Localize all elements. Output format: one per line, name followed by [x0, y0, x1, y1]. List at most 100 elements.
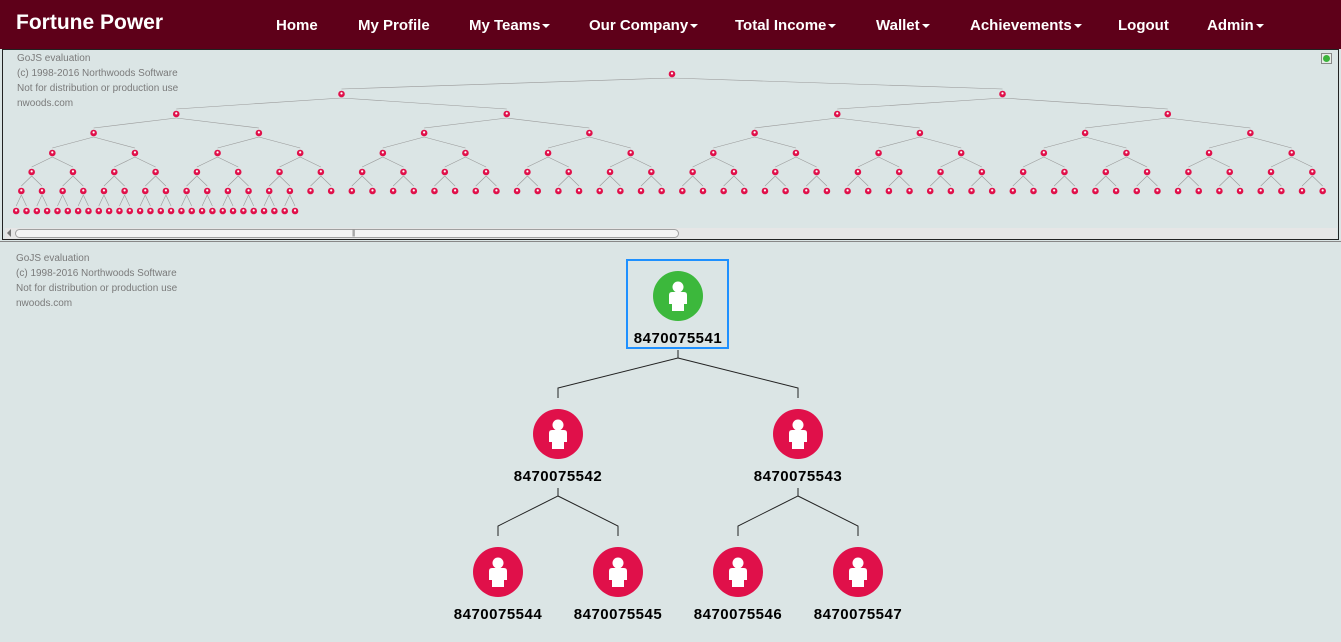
overview-link [1002, 97, 1168, 110]
overview-link [206, 194, 213, 207]
nav-home[interactable]: Home [276, 17, 318, 34]
overview-link [310, 175, 322, 187]
overview-node-icon [1156, 189, 1159, 192]
tree-node[interactable]: 8470075547 [803, 547, 913, 623]
nav-our-company[interactable]: Our Company [589, 17, 699, 34]
overview-node-icon [949, 189, 952, 192]
overview-node-icon [991, 189, 994, 192]
overview-link [723, 175, 735, 187]
overview-node-icon [598, 189, 601, 192]
overview-node-icon [108, 209, 111, 212]
overview-link [568, 175, 580, 187]
overview-node-icon [701, 189, 705, 192]
overview-node-icon [774, 170, 777, 173]
overview-link [103, 194, 110, 207]
tree-node-root[interactable]: 8470075541 [623, 271, 733, 347]
overview-link [754, 117, 838, 129]
nav-wallet[interactable]: Wallet [876, 17, 930, 34]
expand-overview-icon[interactable] [1321, 53, 1332, 64]
overview-node-icon [299, 151, 302, 154]
tree-overview-panel[interactable]: GoJS evaluation (c) 1998-2016 Northwoods… [2, 49, 1339, 240]
overview-node-icon [216, 151, 219, 154]
overview-link [516, 175, 528, 187]
overview-node-icon [1084, 131, 1087, 134]
overview-node-icon [133, 151, 137, 154]
overview-node-icon [608, 170, 612, 173]
tree-node[interactable]: 8470075544 [443, 547, 553, 623]
tree-link [737, 488, 799, 536]
nav-total-income[interactable]: Total Income [735, 17, 837, 34]
overview-link [609, 156, 631, 168]
overview-node-icon [231, 209, 235, 212]
overview-node-icon [1290, 151, 1293, 154]
overview-link [940, 175, 952, 187]
overview-link [671, 77, 1003, 90]
node-id-label: 8470075545 [573, 606, 663, 623]
overview-node-icon [252, 209, 255, 212]
overview-node-icon [1115, 189, 1118, 192]
tree-link [557, 495, 619, 536]
nav-logout-label: Logout [1118, 17, 1169, 34]
overview-link [971, 175, 983, 187]
overview-link [382, 136, 425, 149]
nav-logout[interactable]: Logout [1118, 17, 1169, 34]
overview-link [1312, 175, 1323, 187]
node-id-label: 8470075547 [813, 606, 903, 623]
overview-node-icon [82, 189, 85, 192]
overview-link [98, 194, 105, 207]
nav-my-teams[interactable]: My Teams [469, 17, 551, 34]
overview-node-icon [1207, 151, 1211, 154]
tree-node[interactable]: 8470075546 [683, 547, 793, 623]
overview-link [155, 175, 167, 187]
scroll-left-arrow-icon[interactable] [7, 229, 11, 237]
overview-node-icon [56, 209, 59, 212]
overview-link [21, 175, 32, 187]
tree-node[interactable]: 8470075542 [503, 409, 613, 485]
overview-node-icon [619, 189, 622, 192]
overview-link [434, 175, 445, 187]
overview-node-icon [753, 131, 756, 134]
overview-node-icon [670, 72, 674, 75]
overview-link [403, 175, 415, 187]
nav-achievements[interactable]: Achievements [970, 17, 1082, 34]
overview-tree-canvas[interactable] [3, 50, 1339, 228]
scrollbar-thumb[interactable]: ||| [15, 229, 679, 238]
brand-logo[interactable]: Fortune Power [16, 11, 163, 35]
overview-link [1291, 156, 1313, 168]
overview-link [754, 136, 797, 149]
overview-node-icon [805, 189, 808, 192]
overview-node-icon [526, 170, 529, 173]
overview-node-icon [206, 189, 209, 192]
watermark-line: (c) 1998-2016 Northwoods Software [17, 68, 178, 79]
horizontal-scrollbar[interactable]: ||| [5, 228, 1337, 239]
overview-link [837, 97, 1003, 110]
overview-link [1064, 175, 1076, 187]
overview-link [475, 175, 487, 187]
overview-node-icon [898, 170, 901, 173]
overview-link [929, 175, 941, 187]
overview-node-icon [242, 209, 245, 212]
overview-node-icon [169, 209, 173, 212]
overview-node-icon [1176, 189, 1180, 192]
tree-node[interactable]: 8470075545 [563, 547, 673, 623]
person-icon [473, 547, 523, 597]
overview-link [888, 175, 900, 187]
overview-link [186, 194, 193, 207]
overview-node-icon [340, 92, 343, 95]
overview-link [424, 136, 466, 149]
overview-node-icon [92, 131, 95, 134]
overview-link [186, 175, 198, 187]
overview-link [21, 194, 27, 207]
overview-link [1208, 136, 1251, 149]
watermark-line: Not for distribution or production use [17, 83, 179, 94]
overview-link [775, 175, 786, 187]
overview-node-icon [815, 170, 818, 173]
nav-my-profile[interactable]: My Profile [358, 17, 430, 34]
tree-node[interactable]: 8470075543 [743, 409, 853, 485]
overview-node-icon [164, 189, 168, 192]
overview-link [1146, 175, 1158, 187]
tree-link [557, 350, 679, 398]
nav-admin[interactable]: Admin [1207, 17, 1264, 34]
overview-node-icon [722, 189, 725, 192]
overview-link [1270, 175, 1282, 187]
